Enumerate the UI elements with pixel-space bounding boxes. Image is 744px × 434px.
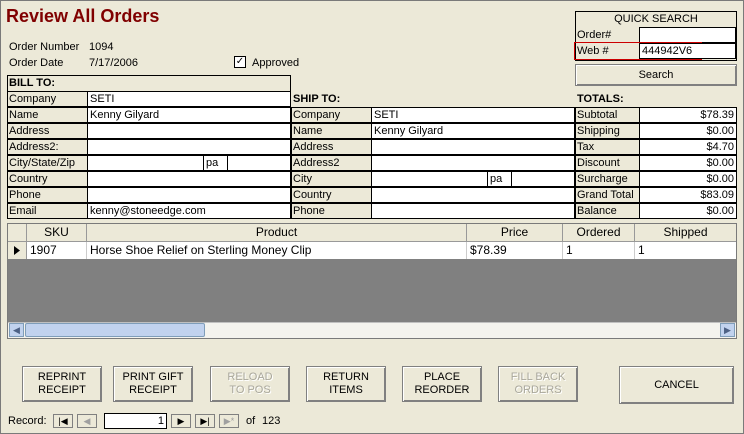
ship-address2-label: Address2 (291, 155, 372, 171)
reload-to-pos-button[interactable]: RELOAD TO POS (210, 366, 290, 402)
surcharge-label: Surcharge (575, 171, 640, 187)
previous-record-icon[interactable]: ◀ (77, 414, 97, 428)
scroll-left-icon[interactable]: ◀ (9, 323, 24, 337)
table-row-product[interactable]: Horse Shoe Relief on Sterling Money Clip (87, 242, 467, 259)
scroll-right-icon[interactable]: ▶ (720, 323, 735, 337)
ship-country-field[interactable] (371, 187, 575, 203)
bill-city-field[interactable] (87, 155, 204, 171)
ship-zip-field[interactable] (511, 171, 575, 187)
bill-name-label: Name (7, 107, 88, 123)
balance-value: $0.00 (639, 203, 737, 219)
surcharge-value: $0.00 (639, 171, 737, 187)
order-number-label: Order Number (9, 41, 80, 53)
search-button[interactable]: Search (575, 64, 737, 86)
table-row-selector[interactable] (8, 242, 27, 259)
shipped-column-header[interactable]: Shipped (635, 224, 736, 241)
ship-company-label: Company (291, 107, 372, 123)
order-search-input[interactable] (639, 27, 736, 43)
next-record-icon[interactable]: ▶ (171, 414, 191, 428)
first-record-icon[interactable]: |◀ (53, 414, 73, 428)
discount-label: Discount (575, 155, 640, 171)
ship-name-field[interactable]: Kenny Gilyard (371, 123, 575, 139)
grand-total-value: $83.09 (639, 187, 737, 203)
bill-phone-field[interactable] (87, 187, 291, 203)
ship-phone-field[interactable] (371, 203, 575, 219)
ship-to-title: SHIP TO: (293, 93, 341, 105)
table-row-shipped[interactable]: 1 (635, 242, 736, 259)
ordered-column-header[interactable]: Ordered (563, 224, 635, 241)
bill-email-field[interactable]: kenny@stoneedge.com (87, 203, 291, 219)
bill-name-field[interactable]: Kenny Gilyard (87, 107, 291, 123)
ship-state-field[interactable]: pa (487, 171, 512, 187)
balance-label: Balance (575, 203, 640, 219)
bill-phone-label: Phone (7, 187, 88, 203)
ship-city-label: City (291, 171, 372, 187)
record-total: 123 (262, 415, 281, 427)
bill-address2-label: Address2: (7, 139, 88, 155)
bill-email-label: Email (7, 203, 88, 219)
shipping-label: Shipping (575, 123, 640, 139)
cancel-button[interactable]: CANCEL (619, 366, 734, 404)
approved-checkbox[interactable]: ✓ (234, 56, 246, 68)
record-label: Record: (8, 415, 47, 427)
last-record-icon[interactable]: ▶| (195, 414, 215, 428)
ship-country-label: Country (291, 187, 372, 203)
bill-country-field[interactable] (87, 171, 291, 187)
table-row-sku[interactable]: 1907 (27, 242, 87, 259)
table-row-price[interactable]: $78.39 (467, 242, 563, 259)
ship-phone-label: Phone (291, 203, 372, 219)
tax-label: Tax (575, 139, 640, 155)
row-selector-header (8, 224, 27, 241)
order-number-value: 1094 (89, 41, 114, 53)
place-reorder-button[interactable]: PLACE REORDER (402, 366, 482, 402)
bill-address2-field[interactable] (87, 139, 291, 155)
price-column-header[interactable]: Price (467, 224, 563, 241)
bill-company-label: Company (7, 91, 88, 107)
product-column-header[interactable]: Product (87, 224, 467, 241)
ship-city-field[interactable] (371, 171, 488, 187)
bill-company-field[interactable]: SETI (87, 91, 291, 107)
ship-address2-field[interactable] (371, 155, 575, 171)
web-search-label: Web # (577, 45, 609, 57)
subtotal-value: $78.39 (639, 107, 737, 123)
print-gift-receipt-button[interactable]: PRINT GIFT RECEIPT (113, 366, 193, 402)
bill-state-field[interactable]: pa (203, 155, 228, 171)
row-pointer-icon (14, 246, 20, 255)
bill-city-state-zip-label: City/State/Zip (7, 155, 88, 171)
bill-address-field[interactable] (87, 123, 291, 139)
new-record-icon[interactable]: ▶* (219, 414, 239, 428)
sku-column-header[interactable]: SKU (27, 224, 87, 241)
totals-title: TOTALS: (577, 93, 624, 105)
table-row-ordered[interactable]: 1 (563, 242, 635, 259)
ship-address-label: Address (291, 139, 372, 155)
ship-name-label: Name (291, 123, 372, 139)
bill-country-label: Country (7, 171, 88, 187)
subtotal-label: Subtotal (575, 107, 640, 123)
fill-back-orders-button[interactable]: FILL BACK ORDERS (498, 366, 578, 402)
current-record-input[interactable]: 1 (104, 413, 167, 429)
order-search-label: Order# (577, 29, 612, 41)
approved-label: Approved (252, 57, 300, 69)
web-search-input[interactable]: 444942V6 (639, 43, 736, 59)
grand-total-label: Grand Total (575, 187, 640, 203)
order-date-label: Order Date (9, 57, 64, 69)
page-title: Review All Orders (6, 6, 160, 26)
bill-address-label: Address (7, 123, 88, 139)
bill-to-title: BILL TO: (9, 77, 56, 89)
discount-value: $0.00 (639, 155, 737, 171)
ship-company-field[interactable]: SETI (371, 107, 575, 123)
bill-zip-field[interactable] (227, 155, 291, 171)
return-items-button[interactable]: RETURN ITEMS (306, 366, 386, 402)
shipping-value: $0.00 (639, 123, 737, 139)
quick-search-title: QUICK SEARCH (614, 13, 698, 25)
scroll-thumb[interactable] (25, 323, 205, 337)
record-of-label: of (246, 415, 256, 427)
ship-address-field[interactable] (371, 139, 575, 155)
order-date-value: 7/17/2006 (89, 57, 138, 69)
tax-value: $4.70 (639, 139, 737, 155)
reprint-receipt-button[interactable]: REPRINT RECEIPT (22, 366, 102, 402)
